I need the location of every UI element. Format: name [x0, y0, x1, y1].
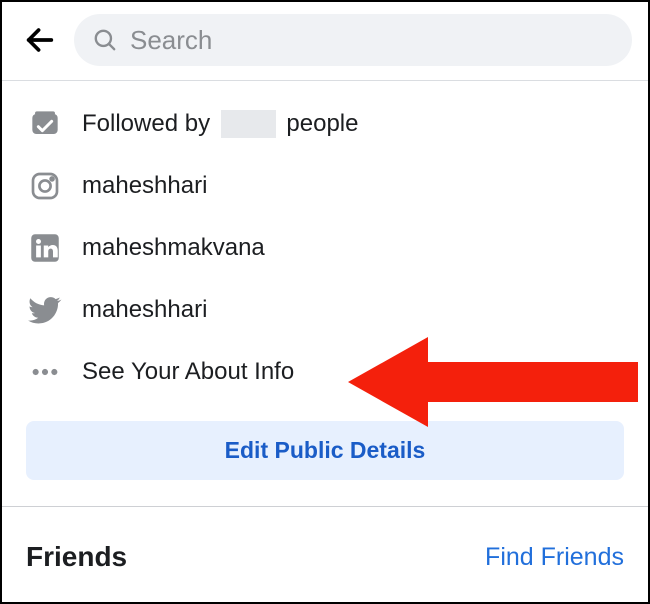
search-icon: [92, 27, 118, 53]
search-placeholder: Search: [130, 25, 212, 56]
followed-by-text: Followed by people: [82, 110, 358, 139]
more-icon: [28, 355, 62, 389]
about-section: Followed by people maheshhari maheshmakv…: [2, 81, 648, 480]
linkedin-row[interactable]: maheshmakvana: [2, 217, 648, 279]
twitter-icon: [28, 293, 62, 327]
redacted-count: [221, 110, 276, 138]
search-input[interactable]: Search: [74, 14, 632, 66]
linkedin-handle: maheshmakvana: [82, 234, 265, 262]
instagram-handle: maheshhari: [82, 172, 207, 200]
followers-icon: [28, 107, 62, 141]
header: Search: [2, 2, 648, 80]
see-about-info-row[interactable]: See Your About Info: [2, 341, 648, 403]
linkedin-icon: [28, 231, 62, 265]
edit-public-label: Edit Public Details: [225, 437, 426, 463]
followed-suffix: people: [286, 110, 358, 137]
twitter-handle: maheshhari: [82, 296, 207, 324]
instagram-row[interactable]: maheshhari: [2, 155, 648, 217]
friends-section-header: Friends Find Friends: [2, 507, 648, 581]
see-about-label: See Your About Info: [82, 358, 294, 386]
followed-by-row[interactable]: Followed by people: [2, 93, 648, 155]
twitter-row[interactable]: maheshhari: [2, 279, 648, 341]
instagram-icon: [28, 169, 62, 203]
edit-public-details-button[interactable]: Edit Public Details: [26, 421, 624, 480]
followed-prefix: Followed by: [82, 110, 210, 137]
back-arrow-icon: [23, 23, 57, 57]
friends-title: Friends: [26, 541, 127, 573]
back-button[interactable]: [20, 20, 60, 60]
find-friends-link[interactable]: Find Friends: [485, 543, 624, 572]
